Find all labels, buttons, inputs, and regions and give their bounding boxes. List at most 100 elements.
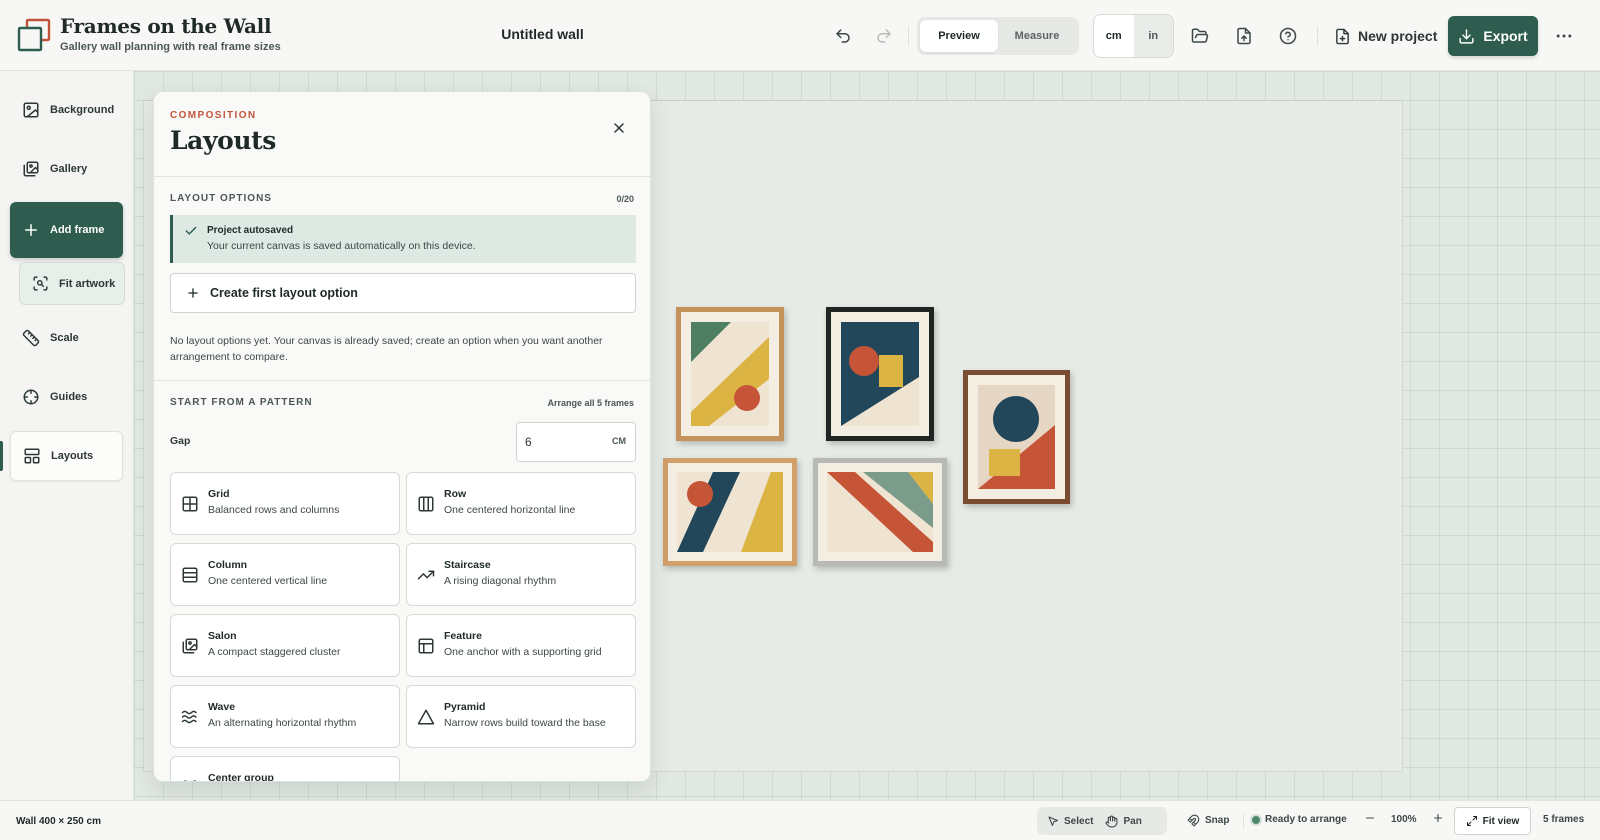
pyramid-icon [417,709,435,725]
sidebar-item-fit-artwork[interactable]: Fit artwork [19,262,125,305]
artwork-frame[interactable] [663,458,797,566]
header-separator [1317,26,1318,46]
sidebar-item-add-frame[interactable]: Add frame [10,202,123,258]
mode-preview[interactable]: Preview [920,20,998,52]
unit-in[interactable]: in [1134,15,1174,57]
plus-icon [1433,813,1443,823]
plus-icon [25,224,37,236]
create-layout-option-label: Create first layout option [210,286,358,300]
panel-eyebrow: COMPOSITION [170,110,257,121]
ready-status-label: Ready to arrange [1265,814,1347,825]
file-upload-icon [1237,27,1251,45]
pattern-title: Column [208,559,248,571]
help-icon [1279,27,1297,45]
magnet-icon [1187,814,1200,827]
document-title[interactable]: Untitled wall [460,26,625,42]
undo-button[interactable] [828,21,858,51]
center-group-icon [183,780,197,781]
pattern-title: Staircase [444,559,491,571]
sidebar-item-label: Gallery [50,163,88,175]
image-icon [23,102,39,118]
export-button[interactable]: Export [1448,16,1538,56]
snap-toggle[interactable]: Snap [1187,814,1229,827]
pattern-title: Feature [444,630,482,642]
autosave-title: Project autosaved [207,225,294,236]
sidebar-item-label: Add frame [50,224,105,236]
import-file-button[interactable] [1229,21,1259,51]
fit-view-button[interactable]: Fit view [1454,807,1531,835]
help-button[interactable] [1273,21,1303,51]
sidebar-item-label: Layouts [51,450,94,462]
pattern-staircase[interactable]: Staircase A rising diagonal rhythm [406,543,636,606]
new-project-button[interactable]: New project [1334,22,1437,50]
column-icon [182,567,198,583]
artwork-frame[interactable] [826,307,934,441]
unit-cm[interactable]: cm [1094,15,1134,57]
wall-size-readout: Wall 400 × 250 cm [16,816,101,827]
status-dot [1252,815,1260,824]
select-tool-label: Select [1064,815,1094,827]
pattern-grid[interactable]: Grid Balanced rows and columns [170,472,400,535]
zoom-in-button[interactable] [1432,812,1444,824]
grid-icon [182,496,198,512]
pattern-column[interactable]: Column One centered vertical line [170,543,400,606]
mode-measure[interactable]: Measure [998,20,1076,52]
pattern-feature[interactable]: Feature One anchor with a supporting gri… [406,614,636,677]
pan-tool-button[interactable]: Pan [1099,810,1147,832]
fit-artwork-icon [33,276,48,291]
pattern-row[interactable]: Row One centered horizontal line [406,472,636,535]
sidebar-item-layouts[interactable]: Layouts [10,431,123,481]
pattern-section-label: START FROM A PATTERN [170,397,313,408]
canvas-tool-group: Select Pan [1037,807,1167,835]
new-project-label: New project [1358,28,1438,44]
gap-input[interactable] [525,432,595,452]
ready-status: Ready to arrange [1252,814,1347,825]
sidebar-item-background[interactable]: Background [10,85,123,135]
panel-divider [154,176,650,177]
sidebar-item-scale[interactable]: Scale [10,313,123,363]
pattern-salon[interactable]: Salon A compact staggered cluster [170,614,400,677]
brand-subtitle: Gallery wall planning with real frame si… [60,41,281,53]
artwork-frame[interactable] [963,370,1070,504]
check-icon [185,226,197,235]
zoom-out-button[interactable] [1364,812,1376,824]
plus-icon [188,288,198,298]
sidebar-item-gallery[interactable]: Gallery [10,144,123,194]
layouts-panel: COMPOSITION Layouts LAYOUT OPTIONS 0/20 … [153,91,651,782]
redo-button[interactable] [869,21,899,51]
redo-icon [877,29,891,43]
gap-field[interactable]: CM [516,422,636,462]
frame-count: 5 frames [1543,814,1585,825]
brand-title: Frames on the Wall [60,14,272,38]
gap-label: Gap [170,435,191,447]
artwork-frame[interactable] [676,307,784,441]
pattern-title: Pyramid [444,701,486,713]
snap-label: Snap [1205,815,1230,826]
sidebar-item-label: Guides [50,391,88,403]
wave-icon [181,710,197,724]
pattern-wave[interactable]: Wave An alternating horizontal rhythm [170,685,400,748]
cursor-icon [1048,816,1058,826]
pattern-pyramid[interactable]: Pyramid Narrow rows build toward the bas… [406,685,636,748]
pattern-center-group[interactable]: Center group [170,756,400,781]
pattern-description: One centered vertical line [208,575,328,587]
empty-state-text: No layout options yet. Your canvas is al… [170,335,603,363]
select-tool-button[interactable]: Select [1041,810,1099,832]
app-header: Frames on the Wall Gallery wall planning… [0,0,1600,71]
status-separator [1243,813,1244,829]
layout-icon [24,448,40,464]
gap-unit: CM [612,436,626,446]
ruler-icon [22,329,40,347]
download-icon [1459,28,1474,44]
open-project-button[interactable] [1185,21,1215,51]
fit-view-label: Fit view [1482,815,1520,827]
create-layout-option-button[interactable]: Create first layout option [170,273,636,313]
sidebar-item-guides[interactable]: Guides [10,372,123,422]
close-panel-button[interactable] [605,114,633,142]
artwork-frame[interactable] [813,458,947,566]
more-menu-button[interactable] [1549,21,1579,51]
folder-icon [1191,28,1209,43]
arrange-all-button[interactable]: Arrange all 5 frames [547,398,634,408]
close-icon [614,123,624,133]
export-label: Export [1483,28,1528,44]
